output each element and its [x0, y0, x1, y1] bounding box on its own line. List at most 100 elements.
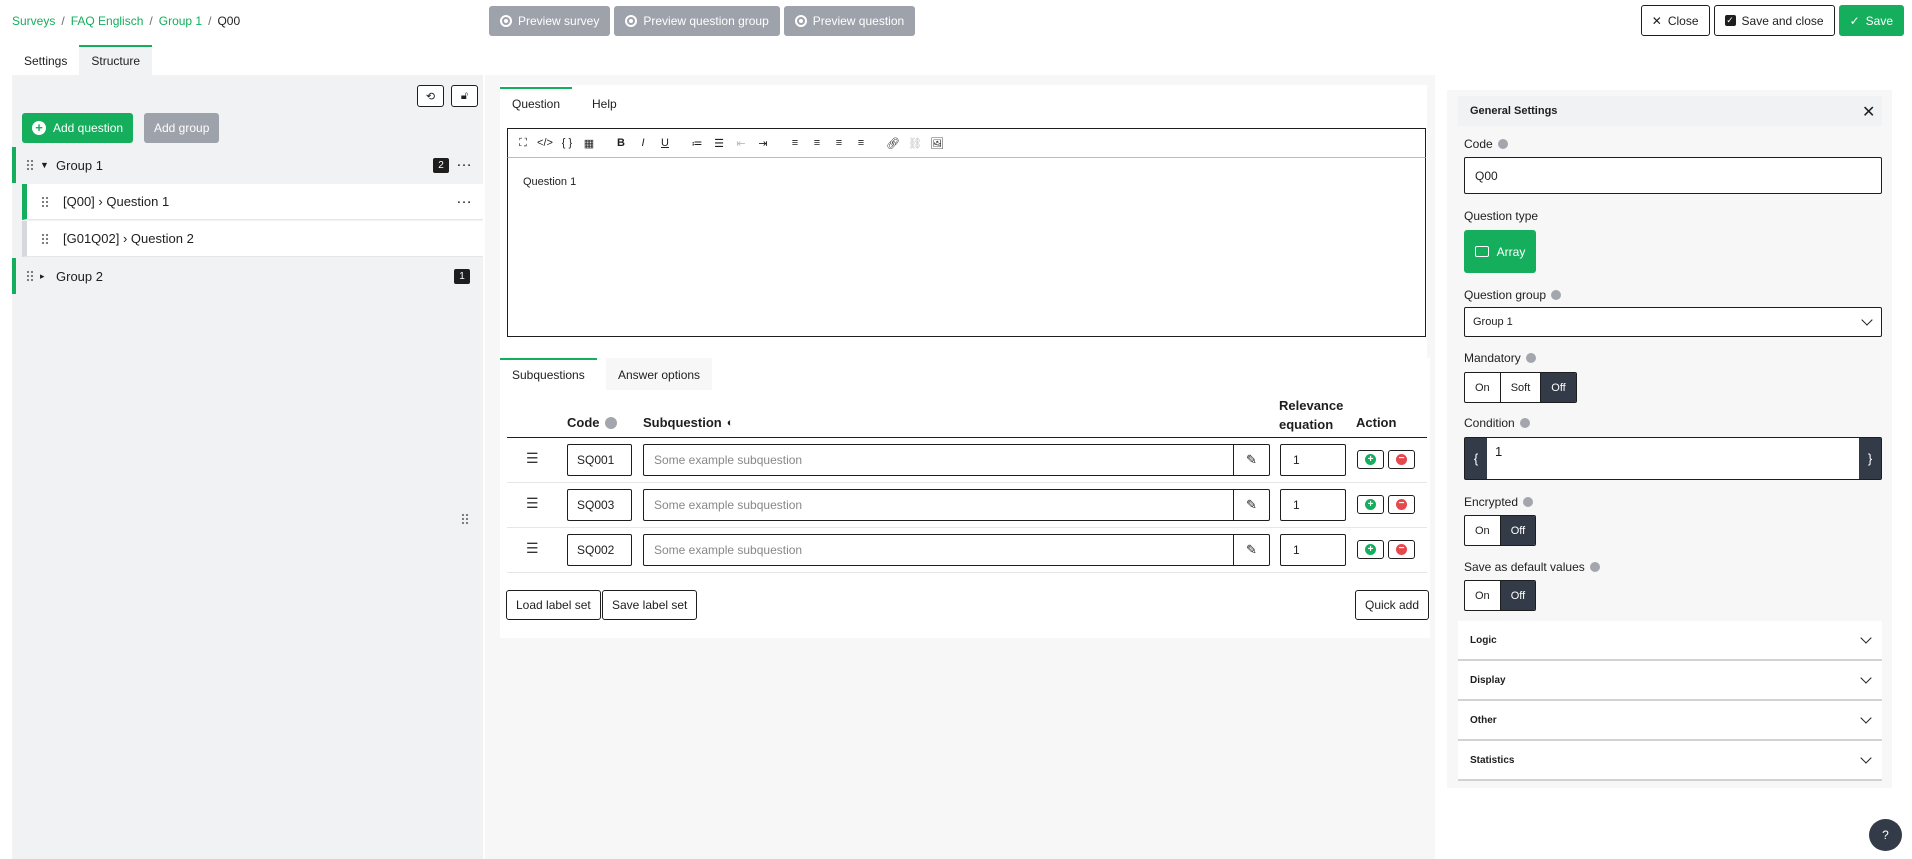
help-chat-icon[interactable]: ? — [1869, 819, 1902, 851]
save-button[interactable]: ✓ Save — [1838, 5, 1904, 36]
breadcrumb-survey[interactable]: FAQ Englisch — [71, 14, 144, 28]
delete-row-button[interactable]: − — [1388, 540, 1415, 559]
more-options-icon[interactable]: … — [456, 154, 473, 170]
add-row-button[interactable]: + — [1357, 540, 1384, 559]
breadcrumb-group[interactable]: Group 1 — [159, 14, 202, 28]
tab-question[interactable]: Question — [500, 87, 573, 119]
drag-handle-icon[interactable] — [26, 159, 34, 171]
subquestion-input[interactable]: Some example subquestion — [643, 489, 1234, 521]
align-center-icon[interactable]: ≡ — [808, 134, 826, 152]
bullet-list-icon[interactable]: ☰ — [710, 134, 728, 152]
close-icon[interactable]: ✕ — [1862, 102, 1875, 122]
section-other[interactable]: Other — [1458, 701, 1882, 741]
language-icon[interactable]: ◐ — [727, 417, 734, 429]
link-icon[interactable]: ⟲ — [417, 85, 444, 107]
group-count-badge: 2 — [433, 157, 449, 173]
relevance-input[interactable]: 1 — [1280, 444, 1346, 476]
drag-handle-icon[interactable] — [41, 232, 49, 245]
question-text-editor[interactable]: Question 1 — [507, 158, 1426, 337]
more-options-icon[interactable]: … — [456, 190, 473, 206]
code-input[interactable]: SQ002 — [567, 534, 632, 566]
question-label: [G01Q02] › Question 2 — [63, 231, 194, 246]
default-off[interactable]: Off — [1500, 581, 1536, 610]
tab-settings[interactable]: Settings — [12, 45, 79, 75]
align-right-icon[interactable]: ≡ — [830, 134, 848, 152]
bold-icon[interactable]: B — [612, 134, 630, 152]
relevance-input[interactable]: 1 — [1280, 489, 1346, 521]
section-display[interactable]: Display — [1458, 661, 1882, 701]
source-icon[interactable]: </> — [536, 134, 554, 152]
save-label-set-button[interactable]: Save label set — [602, 590, 698, 620]
reorder-icon[interactable]: ☰ — [526, 495, 539, 512]
tab-help[interactable]: Help — [580, 87, 629, 119]
tab-subquestions[interactable]: Subquestions — [500, 358, 597, 390]
justify-icon[interactable]: ≡ — [852, 134, 870, 152]
add-row-button[interactable]: + — [1357, 495, 1384, 514]
subquestion-input[interactable]: Some example subquestion — [643, 444, 1234, 476]
section-logic-label: Logic — [1470, 634, 1497, 646]
outdent-icon[interactable]: ⇤ — [732, 134, 750, 152]
close-button[interactable]: ✕ Close — [1640, 5, 1710, 36]
mandatory-soft[interactable]: Soft — [1501, 373, 1542, 402]
link-icon[interactable]: 🔗︎ — [884, 134, 902, 152]
question-row[interactable]: [Q00] › Question 1 … — [22, 184, 483, 220]
lock-icon[interactable]: 🔓︎ — [451, 85, 478, 107]
resize-handle-icon[interactable] — [461, 513, 469, 525]
group-row[interactable]: ▼ Group 1 2 … — [12, 147, 483, 183]
delete-row-button[interactable]: − — [1388, 450, 1415, 469]
col-rel-line1: Relevance — [1279, 398, 1344, 413]
caret-down-icon[interactable]: ▼ — [40, 160, 50, 170]
default-on[interactable]: On — [1465, 581, 1501, 610]
reorder-icon[interactable]: ☰ — [526, 540, 539, 557]
question-group-select[interactable]: Group 1 — [1464, 307, 1882, 337]
caret-right-icon[interactable]: ▸ — [40, 271, 50, 282]
fullscreen-icon[interactable]: ⛶ — [514, 134, 532, 152]
mandatory-off[interactable]: Off — [1541, 373, 1576, 402]
subquestion-input[interactable]: Some example subquestion — [643, 534, 1234, 566]
code-input[interactable]: SQ001 — [567, 444, 632, 476]
group-row[interactable]: ▸ Group 2 1 — [12, 258, 483, 294]
plus-icon: + — [1365, 454, 1376, 465]
preview-toolbar: Preview survey Preview question group Pr… — [489, 6, 916, 36]
question-row[interactable]: [G01Q02] › Question 2 — [22, 221, 483, 257]
reorder-icon[interactable]: ☰ — [526, 450, 539, 467]
underline-icon[interactable]: U — [656, 134, 674, 152]
delete-row-button[interactable]: − — [1388, 495, 1415, 514]
image-icon[interactable]: 🖼︎ — [928, 134, 946, 152]
numbered-list-icon[interactable]: ≔ — [688, 134, 706, 152]
quick-add-button[interactable]: Quick add — [1355, 590, 1430, 620]
align-left-icon[interactable]: ≡ — [786, 134, 804, 152]
add-row-button[interactable]: + — [1357, 450, 1384, 469]
preview-question-button[interactable]: Preview question — [783, 6, 916, 36]
question-type-button[interactable]: Array — [1464, 230, 1536, 273]
preview-group-button[interactable]: Preview question group — [614, 6, 780, 36]
add-group-button[interactable]: Add group — [144, 113, 220, 143]
unlink-icon[interactable]: ⛓ — [906, 134, 924, 152]
add-question-button[interactable]: + Add question — [22, 113, 134, 143]
code-input[interactable]: SQ003 — [567, 489, 632, 521]
pencil-icon[interactable]: ✎ — [1234, 534, 1270, 566]
section-logic[interactable]: Logic — [1458, 621, 1882, 661]
encrypted-off[interactable]: Off — [1500, 516, 1536, 545]
save-and-close-button[interactable]: ✓ Save and close — [1713, 5, 1835, 36]
tab-structure[interactable]: Structure — [79, 45, 153, 75]
pencil-icon[interactable]: ✎ — [1234, 444, 1270, 476]
table-icon[interactable]: ▦ — [580, 134, 598, 152]
pencil-icon[interactable]: ✎ — [1234, 489, 1270, 521]
italic-icon[interactable]: I — [634, 134, 652, 152]
braces-icon[interactable]: { } — [558, 134, 576, 152]
breadcrumb-surveys[interactable]: Surveys — [12, 14, 55, 28]
encrypted-on[interactable]: On — [1465, 516, 1501, 545]
mandatory-label: Mandatory — [1464, 351, 1536, 365]
drag-handle-icon[interactable] — [41, 195, 49, 208]
tab-answer-options[interactable]: Answer options — [606, 358, 713, 390]
condition-input[interactable]: 1 — [1487, 438, 1859, 479]
relevance-input[interactable]: 1 — [1280, 534, 1346, 566]
section-statistics[interactable]: Statistics — [1458, 741, 1882, 781]
preview-survey-button[interactable]: Preview survey — [489, 6, 611, 36]
mandatory-on[interactable]: On — [1465, 373, 1501, 402]
drag-handle-icon[interactable] — [26, 270, 34, 282]
indent-icon[interactable]: ⇥ — [754, 134, 772, 152]
load-label-set-button[interactable]: Load label set — [506, 590, 601, 620]
code-field[interactable]: Q00 — [1464, 157, 1882, 194]
